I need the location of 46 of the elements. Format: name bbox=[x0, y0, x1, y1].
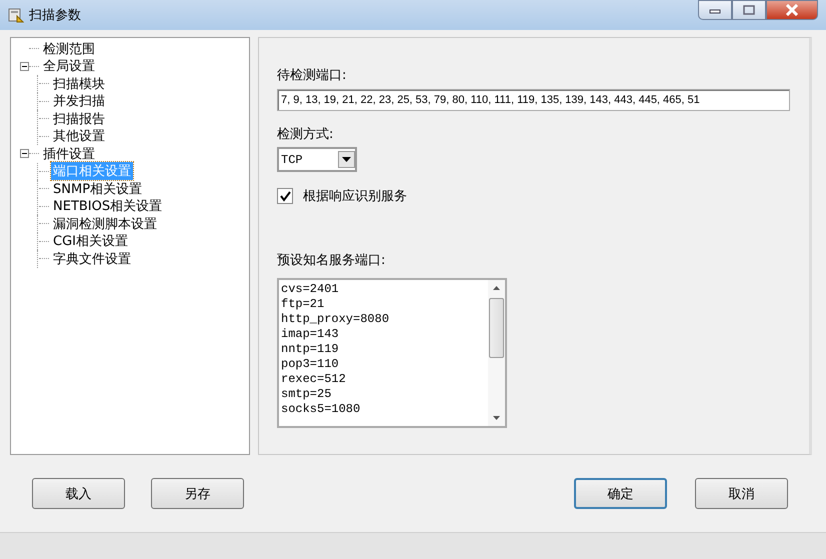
services-list[interactable]: cvs=2401 ftp=21 http_proxy=8080 imap=143 nntp=119 pop3=110 rexec=512 smtp=25 socks5=1080 bbox=[277, 278, 507, 428]
dialog-button[interactable]: 载入 bbox=[32, 478, 125, 509]
method-label: 检测方式: bbox=[277, 126, 334, 143]
maximize-button[interactable] bbox=[732, 0, 766, 20]
dialog-button[interactable]: 取消 bbox=[695, 478, 788, 509]
tree-item[interactable]: 插件设置 bbox=[41, 144, 97, 163]
list-item[interactable]: rexec=512 bbox=[281, 372, 488, 387]
maximize-icon bbox=[743, 5, 755, 15]
scrollbar[interactable] bbox=[488, 280, 505, 426]
ports-label: 待检测端口: bbox=[277, 67, 346, 84]
list-item[interactable]: nntp=119 bbox=[281, 342, 488, 357]
checkbox-label[interactable]: 根据响应识别服务 bbox=[303, 187, 407, 205]
close-button[interactable] bbox=[766, 0, 818, 20]
checkbox[interactable] bbox=[277, 188, 293, 204]
scroll-down-icon[interactable] bbox=[493, 416, 500, 420]
tree-item[interactable]: 漏洞检测脚本设置 bbox=[51, 214, 159, 233]
tree-item[interactable]: 扫描模块 bbox=[51, 74, 107, 93]
window-title: 扫描参数 bbox=[29, 7, 81, 24]
tree-item[interactable]: 其他设置 bbox=[51, 127, 107, 146]
tree-item[interactable]: SNMP相关设置 bbox=[51, 180, 144, 198]
tree-item[interactable]: 并发扫描 bbox=[51, 92, 107, 110]
list-item[interactable]: http_proxy=8080 bbox=[281, 312, 488, 327]
list-item[interactable]: ftp=21 bbox=[281, 297, 488, 312]
dialog-button[interactable]: 确定 bbox=[574, 478, 667, 509]
tree-item[interactable]: 检测范围 bbox=[41, 40, 97, 58]
app-icon bbox=[8, 7, 24, 23]
minimize-button[interactable] bbox=[698, 0, 732, 20]
tree-item[interactable]: 字典文件设置 bbox=[51, 250, 133, 268]
list-item[interactable]: pop3=110 bbox=[281, 357, 488, 372]
tree-item[interactable]: CGI相关设置 bbox=[51, 232, 130, 250]
list-item[interactable]: cvs=2401 bbox=[281, 282, 488, 297]
method-dropdown[interactable]: TCP bbox=[277, 147, 357, 172]
tree-item[interactable]: NETBIOS相关设置 bbox=[51, 197, 164, 216]
list-item[interactable]: smtp=25 bbox=[281, 387, 488, 402]
collapse-icon[interactable] bbox=[20, 62, 29, 71]
scroll-thumb[interactable] bbox=[489, 298, 504, 358]
services-label: 预设知名服务端口: bbox=[277, 252, 386, 269]
tree-item[interactable]: 全局设置 bbox=[41, 57, 97, 76]
list-item[interactable]: imap=143 bbox=[281, 327, 488, 342]
collapse-icon[interactable] bbox=[20, 149, 29, 158]
dialog-button[interactable]: 另存 bbox=[151, 478, 244, 509]
close-icon bbox=[785, 4, 799, 16]
tree-item[interactable]: 扫描报告 bbox=[51, 110, 107, 128]
ports-field[interactable]: 7, 9, 13, 19, 21, 22, 23, 25, 53, 79, 80, 110, 111, 119, 135, 139, 143, 443, 445, 465, 51 bbox=[277, 89, 790, 111]
scroll-up-icon[interactable] bbox=[493, 286, 500, 290]
list-item[interactable]: socks5=1080 bbox=[281, 402, 488, 417]
